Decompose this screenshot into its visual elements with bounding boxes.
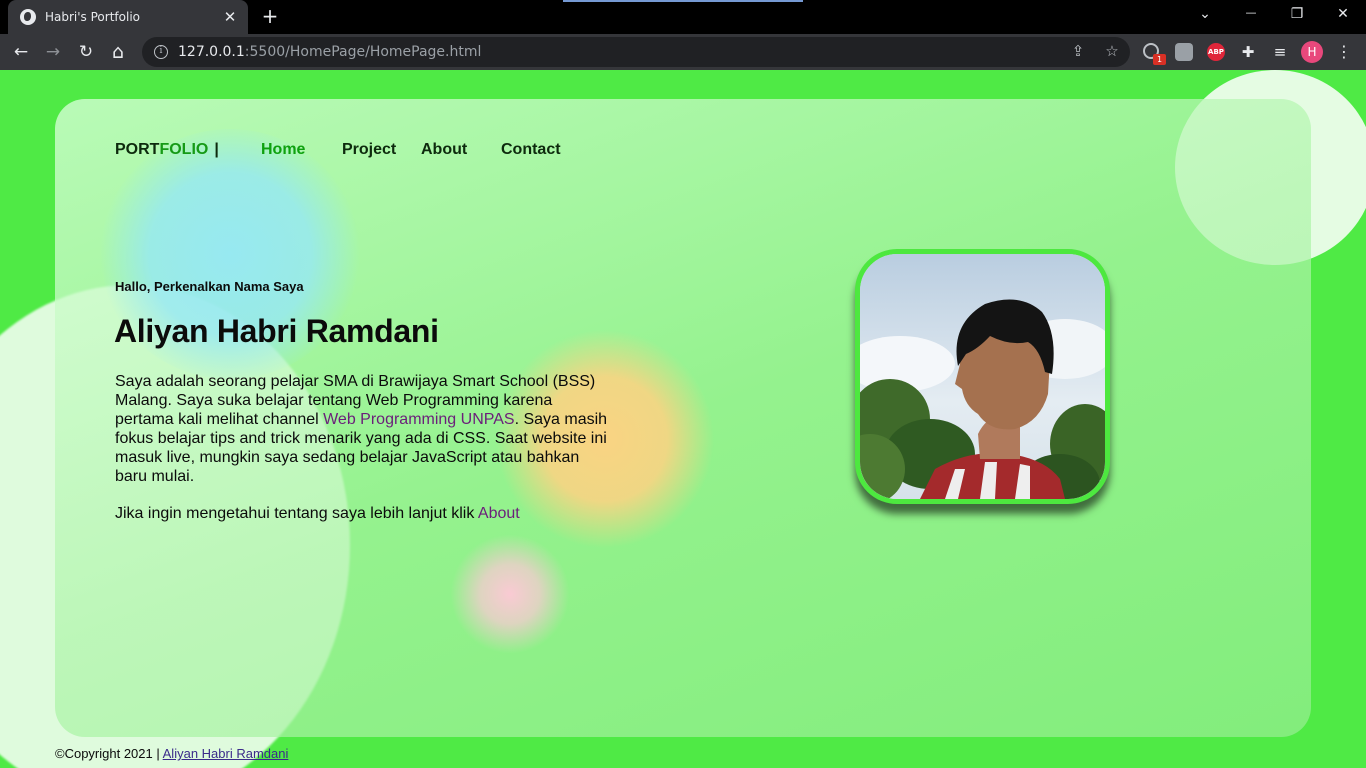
footer-author-link[interactable]: Aliyan Habri Ramdani — [163, 746, 289, 761]
profile-avatar[interactable]: H — [1301, 41, 1323, 63]
close-window-button[interactable]: ✕ — [1333, 6, 1353, 22]
url-text[interactable]: 127.0.0.1:5500/HomePage/HomePage.html — [178, 44, 481, 60]
extension-tile-icon[interactable] — [1175, 43, 1193, 61]
forward-button[interactable]: → — [42, 41, 64, 63]
restore-button[interactable]: ❐ — [1287, 6, 1307, 22]
close-tab-icon[interactable]: ✕ — [222, 8, 238, 26]
footer: ©Copyright 2021 | Aliyan Habri Ramdani — [55, 746, 289, 761]
bookmark-star-icon[interactable]: ☆ — [1102, 42, 1122, 60]
site-info-icon[interactable]: i — [154, 45, 168, 59]
menu-kebab-icon[interactable]: ⋮ — [1333, 41, 1355, 63]
share-icon[interactable]: ⇪ — [1068, 42, 1088, 60]
tab-search-chevron-icon[interactable]: ⌄ — [1195, 6, 1215, 22]
home-button[interactable]: ⌂ — [107, 41, 129, 63]
bio-paragraph: Saya adalah seorang pelajar SMA di Brawi… — [115, 373, 608, 485]
tab-title: Habri's Portfolio — [45, 10, 140, 24]
page-background: PORTFOLIO | Home Project About Contact Ha… — [0, 70, 1366, 768]
adblock-plus-icon[interactable]: ABP — [1207, 43, 1225, 61]
glass-card: PORTFOLIO | Home Project About Contact Ha… — [55, 99, 1311, 737]
unpas-link[interactable]: Web Programming UNPAS — [323, 411, 514, 428]
nav-project[interactable]: Project — [342, 141, 396, 159]
reload-button[interactable]: ↻ — [75, 41, 97, 63]
about-link[interactable]: About — [478, 505, 520, 522]
globe-icon — [20, 9, 36, 25]
extension-badge: 1 — [1153, 54, 1166, 65]
extensions-puzzle-icon[interactable]: ✚ — [1237, 41, 1259, 63]
nav-contact[interactable]: Contact — [501, 141, 561, 159]
browser-tab[interactable]: Habri's Portfolio ✕ — [8, 0, 248, 34]
tabstrip-accent — [563, 0, 803, 2]
new-tab-button[interactable]: + — [258, 5, 282, 27]
navbar: PORTFOLIO | Home Project About Contact — [115, 139, 561, 161]
reading-list-icon[interactable]: ≡ — [1269, 41, 1291, 63]
more-info-text: Jika ingin mengetahui tentang saya lebih… — [115, 505, 520, 522]
profile-photo — [855, 249, 1110, 504]
glow-pink — [450, 534, 570, 654]
greeting-text: Hallo, Perkenalkan Nama Saya — [115, 279, 304, 294]
back-button[interactable]: ← — [10, 41, 32, 63]
page-title: Aliyan Habri Ramdani — [114, 313, 439, 349]
nav-home[interactable]: Home — [261, 141, 305, 159]
minimize-button[interactable]: — — [1241, 6, 1261, 19]
nav-about[interactable]: About — [421, 141, 467, 159]
profile-photo-image — [860, 254, 1105, 499]
address-bar[interactable]: i 127.0.0.1:5500/HomePage/HomePage.html … — [142, 37, 1130, 67]
tab-bar: Habri's Portfolio ✕ + ⌄ — ❐ ✕ — [0, 0, 1366, 34]
site-logo[interactable]: PORTFOLIO | — [115, 141, 219, 159]
